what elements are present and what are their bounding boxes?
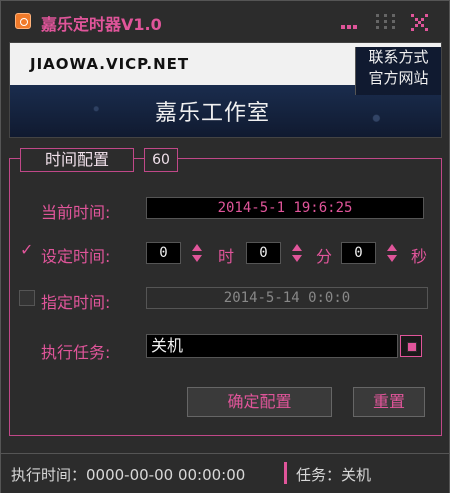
confirm-config-button[interactable]: 确定配置 xyxy=(187,387,332,417)
official-site-link[interactable]: 官方网站 xyxy=(356,68,441,89)
hours-input[interactable]: 0 xyxy=(146,242,181,264)
menu-dots-icon[interactable] xyxy=(341,14,361,29)
banner-url[interactable]: JIAOWA.VICP.NET xyxy=(30,55,189,73)
seconds-unit: 秒 xyxy=(411,247,428,266)
studio-name: 嘉乐工作室 xyxy=(155,101,271,126)
status-divider xyxy=(284,462,287,484)
app-window: 嘉乐定时器V1.0 JIAOWA.VICP.NET 联系方式 官方网站 嘉乐工作… xyxy=(0,0,450,493)
timer-app-icon xyxy=(15,13,31,29)
specified-time-checkbox[interactable] xyxy=(19,290,35,306)
minimize-icon[interactable] xyxy=(376,14,396,29)
set-time-checkbox[interactable] xyxy=(19,240,35,259)
tab-time-config[interactable]: 时间配置 xyxy=(20,148,134,172)
specified-time-field[interactable]: 2014-5-14 0:0:0 xyxy=(146,287,428,309)
status-task: 任务：关机 xyxy=(296,466,372,484)
status-exec-time: 执行时间：0000-00-00 00:00:00 xyxy=(11,466,246,484)
window-title: 嘉乐定时器V1.0 xyxy=(41,15,162,34)
close-icon[interactable] xyxy=(411,14,431,31)
minutes-unit: 分 xyxy=(316,247,333,266)
specified-time-label: 指定时间: xyxy=(41,293,111,312)
task-select[interactable]: 关机 xyxy=(146,334,398,358)
banner: JIAOWA.VICP.NET 联系方式 官方网站 嘉乐工作室 xyxy=(9,42,442,138)
status-bar: 执行时间：0000-00-00 00:00:00 任务：关机 xyxy=(1,453,449,493)
contact-link[interactable]: 联系方式 xyxy=(356,47,441,68)
current-time-label: 当前时间: xyxy=(41,203,111,222)
minutes-stepper[interactable] xyxy=(290,242,304,264)
set-time-label: 设定时间: xyxy=(41,247,111,266)
group-count: 60 xyxy=(144,148,178,172)
dropdown-square-icon[interactable] xyxy=(400,335,422,357)
seconds-input[interactable]: 0 xyxy=(341,242,376,264)
reset-button[interactable]: 重置 xyxy=(353,387,425,417)
hours-stepper[interactable] xyxy=(190,242,204,264)
minutes-input[interactable]: 0 xyxy=(246,242,281,264)
banner-links: 联系方式 官方网站 xyxy=(355,47,441,95)
seconds-stepper[interactable] xyxy=(385,242,399,264)
title-bar: 嘉乐定时器V1.0 xyxy=(1,1,449,41)
task-label: 执行任务: xyxy=(41,343,111,362)
hours-unit: 时 xyxy=(218,247,235,266)
current-time-field: 2014-5-1 19:6:25 xyxy=(146,197,424,219)
